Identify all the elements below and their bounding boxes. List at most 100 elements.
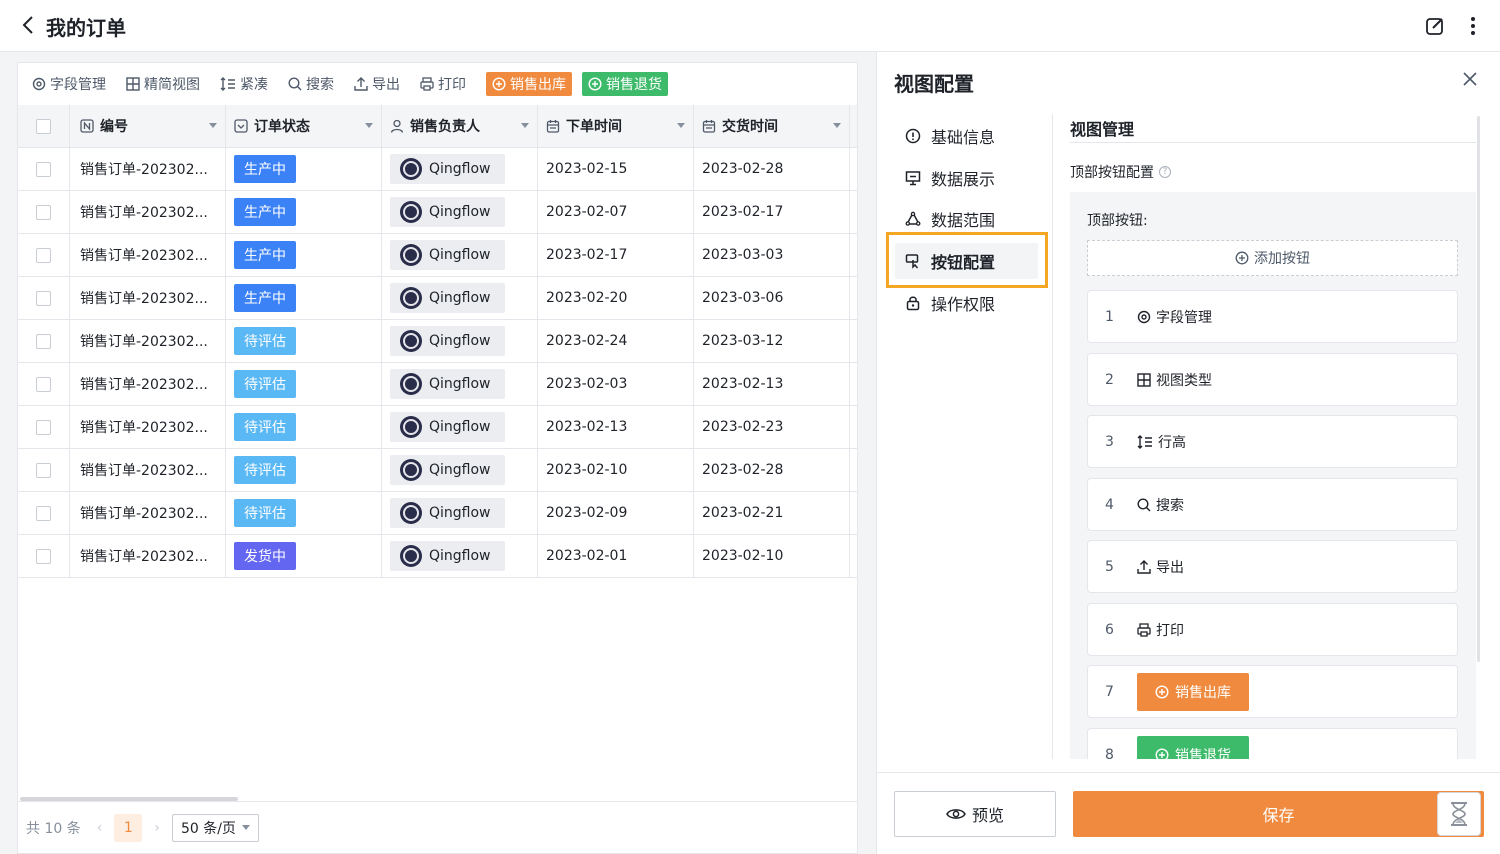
page-size-value: 50 条/页 [180,820,236,837]
column-header-id[interactable]: 编号 [70,105,226,147]
sales-out-label: 销售出库 [510,77,566,93]
view-toolbar: 字段管理 精简视图 紧凑 搜索 导出 打印 销售出库 销售退货 [18,63,857,105]
table-row[interactable]: 销售订单-202302... 发货中 Qingflow 2023-02-01 2023-… [18,535,857,578]
close-icon[interactable] [1461,70,1479,88]
cell-status: 待评估 [226,406,382,448]
button-item[interactable]: 8 销售退货 [1087,728,1458,759]
field-manage-button[interactable]: 字段管理 [32,72,106,96]
page-size-select[interactable]: 50 条/页 [171,813,259,842]
row-checkbox[interactable] [36,376,51,392]
preview-button[interactable]: 预览 [894,791,1056,837]
avatar [400,502,422,524]
owner-chip[interactable]: Qingflow [390,283,505,313]
select-all-checkbox[interactable] [36,118,51,134]
cell-status: 待评估 [226,320,382,362]
menu-item-basic-info[interactable]: 基础信息 [905,118,995,154]
row-checkbox[interactable] [36,333,51,349]
panel-footer: 预览 保存 [877,772,1500,854]
cell-delivery-date: 2023-02-13 [694,363,850,405]
help-icon[interactable]: ? [1159,166,1171,178]
row-checkbox[interactable] [36,204,51,220]
menu-item-data-display[interactable]: 数据展示 [905,160,995,196]
cell-status: 发货中 [226,535,382,577]
edit-icon[interactable] [1424,15,1446,37]
sales-out-button[interactable]: 销售出库 [486,72,572,96]
table-row[interactable]: 销售订单-202302... 生产中 Qingflow 2023-02-07 2023-… [18,191,857,234]
button-item[interactable]: 2 视图类型 [1087,353,1458,406]
status-badge: 生产中 [234,198,296,226]
column-menu-caret-icon[interactable] [365,123,373,128]
button-item[interactable]: 1 字段管理 [1087,290,1458,343]
column-menu-caret-icon[interactable] [833,123,841,128]
add-button[interactable]: 添加按钮 [1087,240,1458,276]
more-vertical-icon[interactable] [1464,14,1482,38]
owner-chip[interactable]: Qingflow [390,326,505,356]
hourglass-icon[interactable] [1437,792,1481,836]
save-button[interactable]: 保存 [1073,791,1484,837]
owner-chip[interactable]: Qingflow [390,455,505,485]
print-button[interactable]: 打印 [420,72,466,96]
export-button[interactable]: 导出 [354,72,400,96]
cell-status: 生产中 [226,191,382,233]
owner-chip[interactable]: Qingflow [390,197,505,227]
table-row[interactable]: 销售订单-202302... 生产中 Qingflow 2023-02-15 2023-… [18,148,857,191]
compact-button[interactable]: 紧凑 [220,72,268,96]
back-arrow-icon[interactable] [18,14,38,36]
page-title: 我的订单 [46,16,126,40]
grid-icon [126,77,140,91]
owner-chip[interactable]: Qingflow [390,541,505,571]
owner-chip[interactable]: Qingflow [390,412,505,442]
simple-view-button[interactable]: 精简视图 [126,72,200,96]
table-row[interactable]: 销售订单-202302... 待评估 Qingflow 2023-02-10 2023-… [18,449,857,492]
menu-item-permissions[interactable]: 操作权限 [905,285,995,321]
column-menu-caret-icon[interactable] [521,123,529,128]
sales-return-button[interactable]: 销售退货 [582,72,668,96]
table-row[interactable]: 销售订单-202302... 生产中 Qingflow 2023-02-17 2023-… [18,234,857,277]
order-date: 2023-02-17 [546,247,628,263]
column-header-order-date[interactable]: 下单时间 [538,105,694,147]
row-checkbox[interactable] [36,505,51,521]
row-checkbox[interactable] [36,462,51,478]
owner-chip[interactable]: Qingflow [390,498,505,528]
current-page[interactable]: 1 [114,813,143,842]
table-row[interactable]: 销售订单-202302... 待评估 Qingflow 2023-02-13 2023-… [18,406,857,449]
next-page-icon[interactable]: › [154,820,160,836]
cell-order-date: 2023-02-07 [538,191,694,233]
table-row[interactable]: 销售订单-202302... 待评估 Qingflow 2023-02-03 2023-… [18,363,857,406]
row-checkbox[interactable] [36,548,51,564]
cell-status: 生产中 [226,148,382,190]
column-header-owner[interactable]: 销售负责人 [382,105,538,147]
row-checkbox[interactable] [36,161,51,177]
column-menu-caret-icon[interactable] [677,123,685,128]
menu-item-label: 数据范围 [931,211,996,230]
button-item[interactable]: 3 行高 [1087,415,1458,468]
owner-chip[interactable]: Qingflow [390,240,505,270]
plus-circle-icon [1155,684,1169,699]
column-header-status[interactable]: 订单状态 [226,105,382,147]
table-row[interactable]: 销售订单-202302... 生产中 Qingflow 2023-02-20 2023-… [18,277,857,320]
table-row[interactable]: 销售订单-202302... 待评估 Qingflow 2023-02-24 2023-… [18,320,857,363]
row-checkbox[interactable] [36,419,51,435]
cell-delivery-date: 2023-02-28 [694,449,850,491]
column-menu-caret-icon[interactable] [209,123,217,128]
button-item[interactable]: 4 搜索 [1087,478,1458,531]
vertical-scrollbar[interactable] [1477,116,1480,662]
row-checkbox[interactable] [36,290,51,306]
top-button-config-label: 顶部按钮配置 ? [1070,162,1171,182]
cell-status: 生产中 [226,277,382,319]
divider [1070,142,1476,143]
button-item[interactable]: 6 打印 [1087,603,1458,656]
button-item[interactable]: 7 销售出库 [1087,665,1458,718]
row-checkbox[interactable] [36,247,51,263]
cell-order-date: 2023-02-20 [538,277,694,319]
prev-page-icon[interactable]: ‹ [97,820,103,836]
owner-chip[interactable]: Qingflow [390,369,505,399]
search-icon [288,77,302,91]
button-item[interactable]: 5 导出 [1087,540,1458,593]
cell-id: 销售订单-202302... [70,449,226,491]
order-date: 2023-02-20 [546,290,628,306]
table-row[interactable]: 销售订单-202302... 待评估 Qingflow 2023-02-09 2023-… [18,492,857,535]
column-header-delivery-date[interactable]: 交货时间 [694,105,850,147]
search-button[interactable]: 搜索 [288,72,334,96]
owner-chip[interactable]: Qingflow [390,154,505,184]
